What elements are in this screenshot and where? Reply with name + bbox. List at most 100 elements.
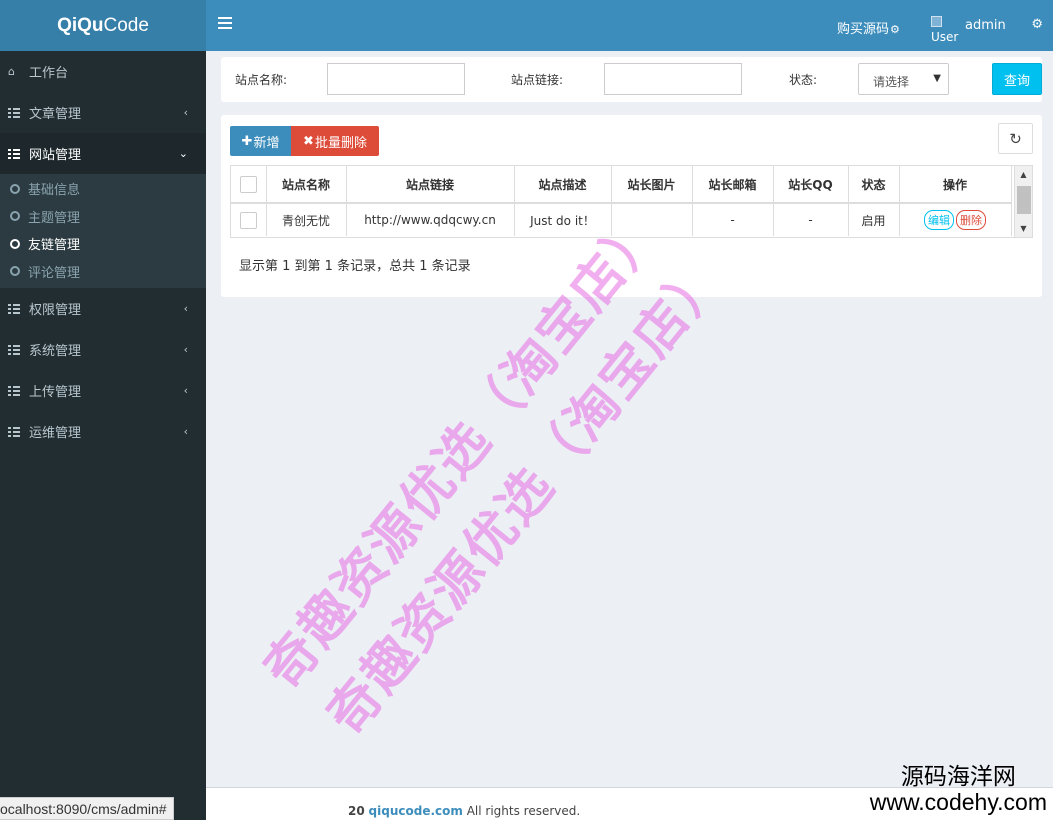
copyright: 20 qiqucode.com All rights reserved.: [348, 804, 580, 818]
column-header[interactable]: 站点链接: [346, 166, 515, 204]
sidebar-item-operations[interactable]: 运维管理 ‹: [0, 411, 206, 452]
sidebar-item-permissions[interactable]: 权限管理 ‹: [0, 288, 206, 329]
scroll-thumb[interactable]: [1017, 186, 1031, 214]
query-button[interactable]: 查询: [992, 63, 1042, 95]
status-selected-value: 请选择: [873, 75, 910, 89]
footer-site-link[interactable]: qiqucode.com: [369, 804, 463, 818]
sidebar-subitem-label: 评论管理: [28, 265, 81, 281]
scroll-up-icon[interactable]: ▲: [1015, 166, 1032, 183]
site-name-label: 站点名称:: [235, 73, 288, 87]
sidebar-subitem-label: 友链管理: [28, 238, 81, 254]
sidebar-item-dashboard[interactable]: ⌂ 工作台: [0, 51, 206, 92]
sidebar-item-site-management[interactable]: 网站管理 ⌄: [0, 133, 206, 174]
cell-owner-image: [611, 203, 693, 236]
data-table: 站点名称 站点链接 站点描述 站长图片 站长邮箱 站长QQ 状态 操作 青创无忧…: [230, 165, 1033, 238]
select-all-checkbox[interactable]: [239, 175, 257, 193]
sidebar: ⌂ 工作台 文章管理 ‹ 网站管理 ⌄ 基础信息 主题管理 友链管理 评论管理 …: [0, 51, 206, 820]
user-avatar[interactable]: User: [931, 16, 963, 44]
column-header[interactable]: 站长QQ: [773, 166, 849, 204]
site-url-input[interactable]: [604, 63, 742, 95]
caret-down-icon: ▼: [933, 73, 941, 84]
table-panel: ✚ 新增 ✖ 批量删除 ↻ 站点名称 站点链接 站点描述 站长图片 站长邮箱 站长Q…: [221, 115, 1042, 297]
circle-icon: [10, 238, 20, 249]
cell-description: Just do it！: [514, 203, 612, 236]
sidebar-subitem-themes[interactable]: 主题管理: [0, 203, 206, 231]
copyright-year: 20: [348, 804, 365, 818]
cell-site-url: http://www.qdqcwy.cn: [346, 203, 515, 236]
edit-button[interactable]: 编辑: [924, 210, 954, 230]
sidebar-item-label: 网站管理: [29, 148, 82, 163]
logo-bold: QiQu: [57, 14, 104, 36]
sidebar-item-uploads[interactable]: 上传管理 ‹: [0, 370, 206, 411]
circle-icon: [10, 211, 20, 222]
list-icon: [8, 344, 21, 355]
scroll-down-icon[interactable]: ▼: [1015, 220, 1032, 237]
search-panel: 站点名称: 站点链接: 状态: 请选择 ▼ 查询: [221, 57, 1042, 102]
status-label: 状态:: [789, 73, 818, 87]
status-select[interactable]: 请选择 ▼: [858, 63, 949, 95]
delete-button[interactable]: 删除: [956, 210, 986, 230]
corner-watermark-url: www.codehy.com: [869, 789, 1047, 815]
broken-image-icon: [931, 16, 942, 27]
sidebar-submenu: 基础信息 主题管理 友链管理 评论管理: [0, 174, 206, 288]
chevron-left-icon: ‹: [183, 425, 188, 438]
column-header[interactable]: 操作: [899, 166, 1012, 204]
column-header[interactable]: 站长图片: [611, 166, 693, 204]
select-all-cell: [231, 166, 267, 204]
column-header[interactable]: 站长邮箱: [692, 166, 774, 204]
logo-rest: Code: [103, 14, 149, 36]
chevron-left-icon: ‹: [183, 106, 188, 119]
circle-icon: [10, 266, 20, 277]
sidebar-item-articles[interactable]: 文章管理 ‹: [0, 92, 206, 133]
cell-owner-qq: -: [773, 203, 849, 236]
sidebar-subitem-comments[interactable]: 评论管理: [0, 258, 206, 286]
batch-delete-label: 批量删除: [314, 135, 367, 151]
sidebar-item-label: 上传管理: [29, 385, 82, 400]
user-avatar-alt: User: [931, 30, 959, 44]
row-checkbox[interactable]: [239, 211, 257, 229]
column-header[interactable]: 状态: [848, 166, 900, 204]
sidebar-subitem-basic-info[interactable]: 基础信息: [0, 175, 206, 203]
plus-icon: ✚: [241, 133, 253, 149]
row-select-cell: [231, 203, 267, 236]
cell-owner-email: -: [692, 203, 774, 236]
username-label[interactable]: admin: [965, 18, 1006, 33]
sidebar-subitem-friend-links[interactable]: 友链管理: [0, 230, 206, 258]
list-icon: [8, 303, 21, 314]
sidebar-toggle-icon[interactable]: [218, 17, 232, 31]
chevron-down-icon: ⌄: [178, 147, 188, 160]
buy-source-link[interactable]: 购买源码⚙: [837, 18, 900, 37]
app-logo[interactable]: QiQu Code: [0, 0, 206, 51]
home-icon: ⌂: [8, 65, 15, 78]
settings-gears-icon[interactable]: ⚙: [1031, 17, 1043, 32]
list-icon: [8, 107, 21, 118]
chevron-left-icon: ‹: [183, 343, 188, 356]
pagination-info: 显示第 1 到第 1 条记录，总共 1 条记录: [239, 259, 471, 274]
list-icon: [8, 426, 21, 437]
table-row: 青创无忧 http://www.qdqcwy.cn Just do it！ - …: [231, 203, 1012, 236]
add-button[interactable]: ✚ 新增: [230, 126, 291, 156]
copyright-rights: All rights reserved.: [462, 804, 581, 818]
sidebar-item-label: 运维管理: [29, 426, 82, 441]
top-navbar: 购买源码⚙ User admin ⚙: [206, 0, 1053, 51]
gears-icon: ⚙: [890, 23, 900, 36]
sidebar-item-label: 系统管理: [29, 344, 82, 359]
browser-status-url: ocalhost:8090/cms/admin#: [0, 797, 174, 820]
buy-source-label: 购买源码: [837, 22, 890, 37]
sidebar-item-label: 工作台: [29, 66, 69, 81]
times-icon: ✖: [303, 133, 314, 149]
sidebar-item-label: 文章管理: [29, 107, 82, 122]
column-header[interactable]: 站点名称: [266, 166, 347, 204]
corner-watermark: 源码海洋网 www.codehy.com: [870, 763, 1047, 815]
circle-icon: [10, 183, 20, 194]
sidebar-subitem-label: 主题管理: [28, 210, 81, 226]
table-scrollbar[interactable]: ▲ ▼: [1014, 166, 1032, 237]
column-header[interactable]: 站点描述: [514, 166, 612, 204]
refresh-icon[interactable]: ↻: [998, 123, 1033, 154]
watermark-text: 奇趣资源优选（淘宝店）: [315, 246, 737, 746]
site-name-input[interactable]: [327, 63, 465, 95]
list-icon: [8, 385, 21, 396]
batch-delete-button[interactable]: ✖ 批量删除: [291, 126, 379, 156]
site-url-label: 站点链接:: [511, 73, 564, 87]
sidebar-item-system[interactable]: 系统管理 ‹: [0, 329, 206, 370]
